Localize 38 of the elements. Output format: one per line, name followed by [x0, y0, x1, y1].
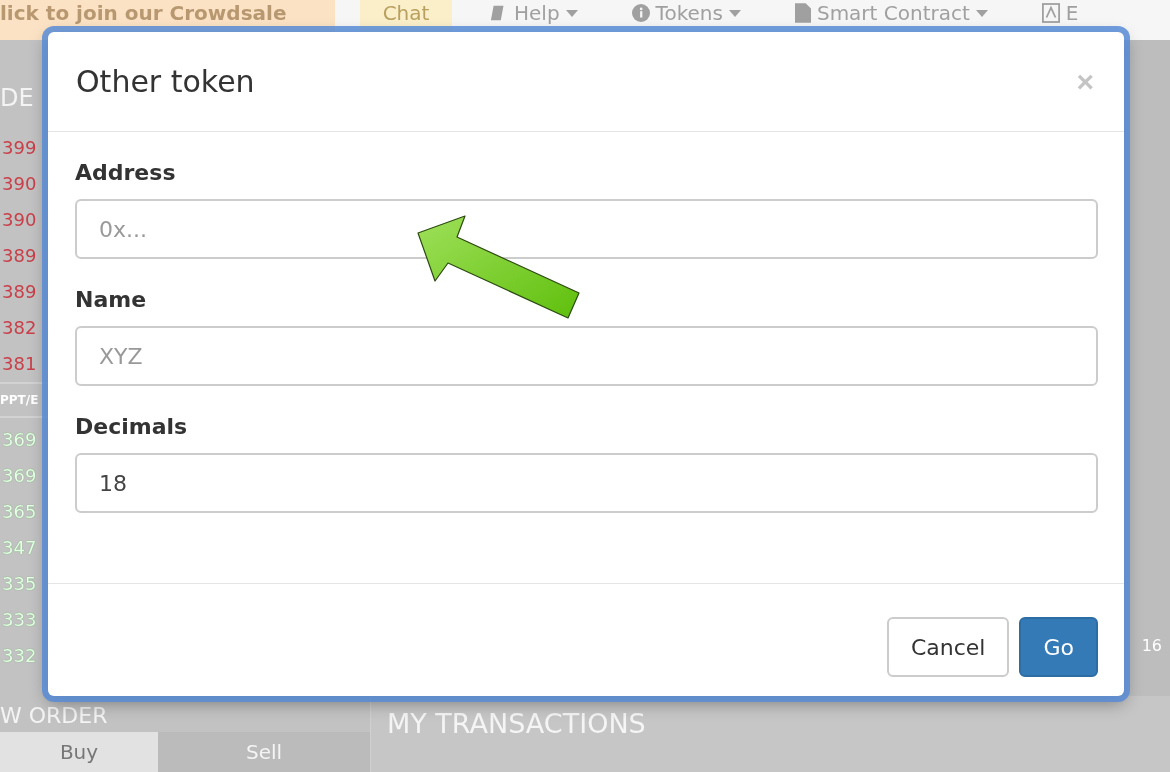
order-tab[interactable]: Buy	[0, 732, 158, 772]
sell-price: 390	[2, 209, 37, 231]
field-label: Address	[75, 160, 176, 185]
nav-menu[interactable]: E	[1041, 2, 1079, 24]
go-button[interactable]: Go	[1019, 617, 1098, 677]
caret-icon	[975, 9, 988, 17]
input-field[interactable]: XYZ	[75, 326, 1098, 386]
sell-price: 381	[2, 353, 37, 375]
buy-price: 332	[2, 645, 37, 667]
cancel-button[interactable]: Cancel	[886, 617, 1010, 677]
close-button[interactable]: ×	[1072, 66, 1098, 97]
info-icon	[631, 4, 650, 22]
buy-price: 365	[2, 501, 37, 523]
buy-price: 335	[2, 573, 37, 595]
buy-price: 369	[2, 465, 37, 487]
language-icon	[1041, 3, 1060, 23]
pair-label: PPT/E	[0, 393, 39, 407]
modal-title: Other token	[76, 64, 255, 99]
field-label: Decimals	[75, 414, 188, 439]
buy-price: 369	[2, 429, 37, 451]
caret-icon	[728, 9, 741, 17]
sell-price: 389	[2, 281, 37, 303]
sell-price: 389	[2, 245, 37, 267]
sell-price: 390	[2, 173, 37, 195]
sell-price: 382	[2, 317, 37, 339]
order-tab[interactable]: Sell	[158, 732, 370, 772]
input-field[interactable]: 18	[75, 453, 1098, 513]
caret-icon	[565, 9, 578, 17]
buy-price: 333	[2, 609, 37, 631]
document-icon	[794, 3, 811, 23]
buy-price: 347	[2, 537, 37, 559]
nav-menu[interactable]: Smart Contract	[794, 2, 988, 24]
nav-menu[interactable]: Help	[490, 2, 578, 24]
axis-label: 16	[1141, 636, 1162, 655]
input-field[interactable]: 0x...	[75, 199, 1098, 259]
field-label: Name	[75, 287, 147, 312]
nav-menu[interactable]: Tokens	[631, 2, 741, 24]
sell-price: 399	[2, 137, 37, 159]
